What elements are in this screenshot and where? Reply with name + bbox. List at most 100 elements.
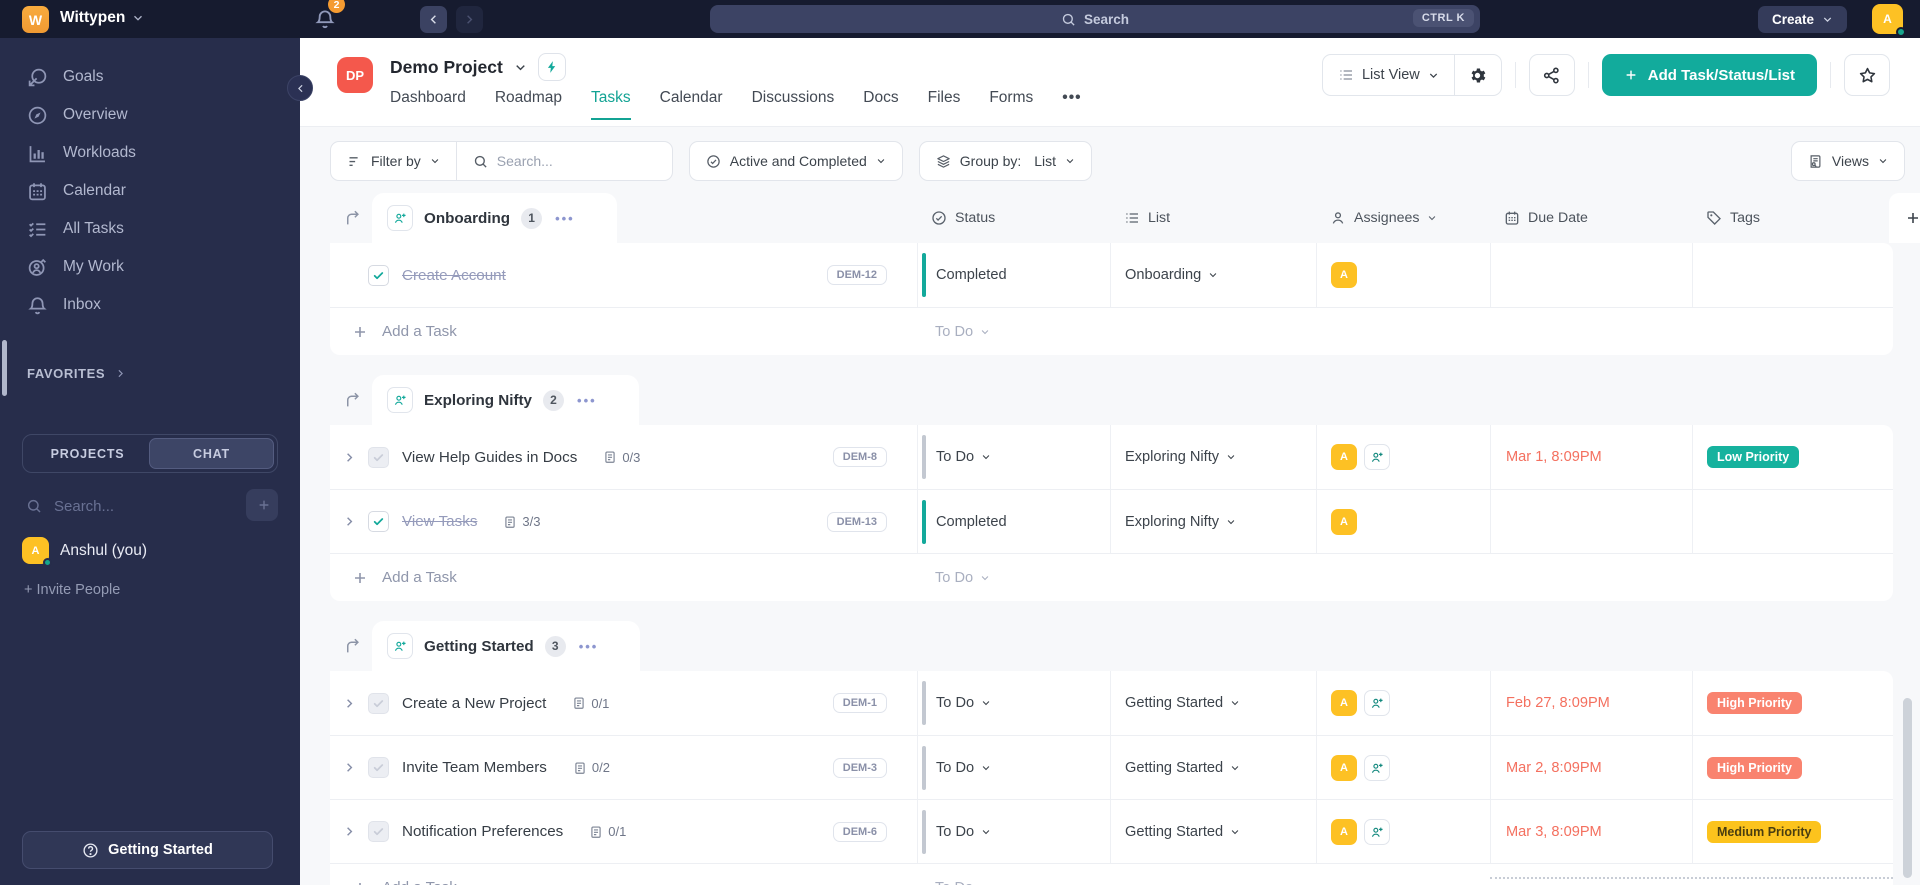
sidebar-item-overview[interactable]: Overview: [0, 96, 300, 134]
task-row[interactable]: Invite Team Members 0/2 DEM-3 To Do Getting …: [330, 735, 1893, 799]
sidebar-collapse-button[interactable]: [287, 75, 313, 101]
group-assign-button[interactable]: [387, 205, 413, 231]
add-column-button[interactable]: [1889, 193, 1920, 243]
sidebar-item-inbox[interactable]: Inbox: [0, 286, 300, 324]
vertical-scrollbar-thumb[interactable]: [1903, 698, 1912, 878]
sidebar-favorites-header[interactable]: FAVORITES: [0, 366, 300, 381]
views-dropdown[interactable]: Views: [1790, 141, 1905, 181]
sidebar-item-calendar[interactable]: Calendar: [0, 172, 300, 210]
user-avatar[interactable]: A: [1872, 4, 1906, 37]
expand-subtasks-button[interactable]: [338, 760, 360, 776]
due-date-cell[interactable]: [1490, 490, 1692, 553]
list-view-dropdown[interactable]: List View: [1323, 55, 1454, 95]
task-name[interactable]: Create Account: [402, 267, 506, 284]
task-checkbox[interactable]: [368, 511, 389, 532]
assignee-avatar[interactable]: A: [1331, 754, 1357, 781]
more-tabs-button[interactable]: •••: [1062, 89, 1081, 120]
assignee-avatar[interactable]: A: [1331, 818, 1357, 845]
view-settings-button[interactable]: [1455, 55, 1501, 95]
group-menu-button[interactable]: •••: [555, 211, 575, 226]
list-cell[interactable]: Onboarding: [1110, 243, 1316, 307]
task-checkbox[interactable]: [368, 264, 389, 286]
expand-subtasks-button[interactable]: [338, 449, 360, 465]
due-date-cell[interactable]: Mar 3, 8:09PM: [1490, 800, 1692, 863]
group-tab[interactable]: Onboarding 1 •••: [372, 193, 617, 243]
column-header-status[interactable]: Status: [917, 193, 1110, 243]
list-cell[interactable]: Exploring Nifty: [1110, 425, 1316, 489]
assignee-avatar[interactable]: A: [1331, 444, 1357, 470]
priority-tag[interactable]: High Priority: [1707, 756, 1803, 779]
status-cell[interactable]: Completed: [917, 243, 1110, 307]
favorite-star-button[interactable]: [1844, 54, 1890, 96]
due-date-cell[interactable]: Mar 1, 8:09PM: [1490, 425, 1692, 489]
task-name[interactable]: Notification Preferences: [402, 823, 563, 840]
global-search-bar[interactable]: Search CTRL K: [710, 5, 1480, 33]
task-row[interactable]: Notification Preferences 0/1 DEM-6 To Do Get…: [330, 799, 1893, 863]
task-checkbox[interactable]: [368, 446, 389, 468]
group-tab[interactable]: Getting Started 3 •••: [372, 621, 641, 671]
invite-people-link[interactable]: + Invite People: [24, 582, 300, 598]
expand-subtasks-button[interactable]: [338, 695, 360, 711]
task-row[interactable]: Create Account DEM-12 Completed Onboarding A: [330, 243, 1893, 307]
sidebar-item-my-work[interactable]: My Work: [0, 248, 300, 286]
task-row[interactable]: View Help Guides in Docs 0/3 DEM-8 To Do Exp…: [330, 425, 1893, 489]
status-cell[interactable]: To Do: [917, 671, 1110, 735]
sidebar-search[interactable]: Search...: [22, 489, 278, 523]
tags-cell[interactable]: Low Priority: [1692, 425, 1893, 489]
group-assign-button[interactable]: [387, 633, 413, 659]
default-status-dropdown[interactable]: To Do: [917, 864, 1110, 885]
add-task-status-list-button[interactable]: Add Task/Status/List: [1601, 54, 1817, 96]
due-date-cell[interactable]: Mar 2, 8:09PM: [1490, 736, 1692, 799]
sidebar-item-all-tasks[interactable]: All Tasks: [0, 210, 300, 248]
list-cell[interactable]: Getting Started: [1110, 800, 1316, 863]
priority-tag[interactable]: Medium Priority: [1707, 820, 1822, 843]
group-menu-button[interactable]: •••: [577, 393, 597, 408]
tab-discussions[interactable]: Discussions: [752, 89, 835, 120]
sidebar-item-goals[interactable]: Goals: [0, 58, 300, 96]
list-cell[interactable]: Getting Started: [1110, 671, 1316, 735]
status-cell[interactable]: To Do: [917, 736, 1110, 799]
tab-dashboard[interactable]: Dashboard: [390, 89, 466, 120]
list-cell[interactable]: Getting Started: [1110, 736, 1316, 799]
status-filter-dropdown[interactable]: Active and Completed: [688, 141, 903, 181]
tags-cell[interactable]: High Priority: [1692, 736, 1893, 799]
nav-forward-button[interactable]: [456, 6, 483, 33]
priority-tag[interactable]: Low Priority: [1707, 446, 1800, 468]
expand-subtasks-button[interactable]: [338, 514, 360, 530]
default-status-dropdown[interactable]: To Do: [917, 308, 1110, 355]
tags-cell[interactable]: [1692, 490, 1893, 553]
add-task-row[interactable]: Add a Task To Do: [330, 307, 1893, 355]
group-tab[interactable]: Exploring Nifty 2 •••: [372, 375, 639, 425]
assignee-avatar[interactable]: A: [1331, 690, 1357, 716]
column-header-due-date[interactable]: Due Date: [1490, 193, 1692, 243]
column-header-tags[interactable]: Tags: [1692, 193, 1893, 243]
sidebar-tab-projects[interactable]: PROJECTS: [26, 438, 149, 469]
workspace-switcher[interactable]: Wittypen: [60, 9, 144, 27]
task-checkbox[interactable]: [368, 821, 389, 842]
add-task-row[interactable]: Add a Task To Do: [330, 553, 1893, 601]
tab-forms[interactable]: Forms: [989, 89, 1033, 120]
default-status-dropdown[interactable]: To Do: [917, 554, 1110, 601]
group-assign-button[interactable]: [387, 387, 413, 413]
task-name[interactable]: Invite Team Members: [402, 759, 547, 776]
task-row[interactable]: View Tasks 3/3 DEM-13 Completed Exploring Ni…: [330, 489, 1893, 553]
assignee-avatar[interactable]: A: [1331, 262, 1357, 288]
sidebar-tab-chat[interactable]: CHAT: [149, 438, 274, 469]
create-button[interactable]: Create: [1757, 6, 1847, 33]
tab-files[interactable]: Files: [928, 89, 961, 120]
task-name[interactable]: Create a New Project: [402, 695, 546, 712]
tags-cell[interactable]: High Priority: [1692, 671, 1893, 735]
tab-docs[interactable]: Docs: [863, 89, 898, 120]
status-cell[interactable]: To Do: [917, 425, 1110, 489]
due-date-cell[interactable]: [1490, 243, 1692, 307]
column-header-assignees[interactable]: Assignees: [1316, 193, 1490, 243]
priority-tag[interactable]: High Priority: [1707, 692, 1803, 714]
add-assignee-button[interactable]: [1364, 444, 1390, 470]
automations-button[interactable]: [537, 53, 566, 81]
tags-cell[interactable]: Medium Priority: [1692, 800, 1893, 863]
add-chat-button[interactable]: [246, 489, 278, 521]
task-name[interactable]: View Tasks: [402, 513, 477, 530]
column-header-list[interactable]: List: [1110, 193, 1316, 243]
task-checkbox[interactable]: [368, 692, 389, 714]
workspace-logo[interactable]: W: [22, 6, 49, 33]
